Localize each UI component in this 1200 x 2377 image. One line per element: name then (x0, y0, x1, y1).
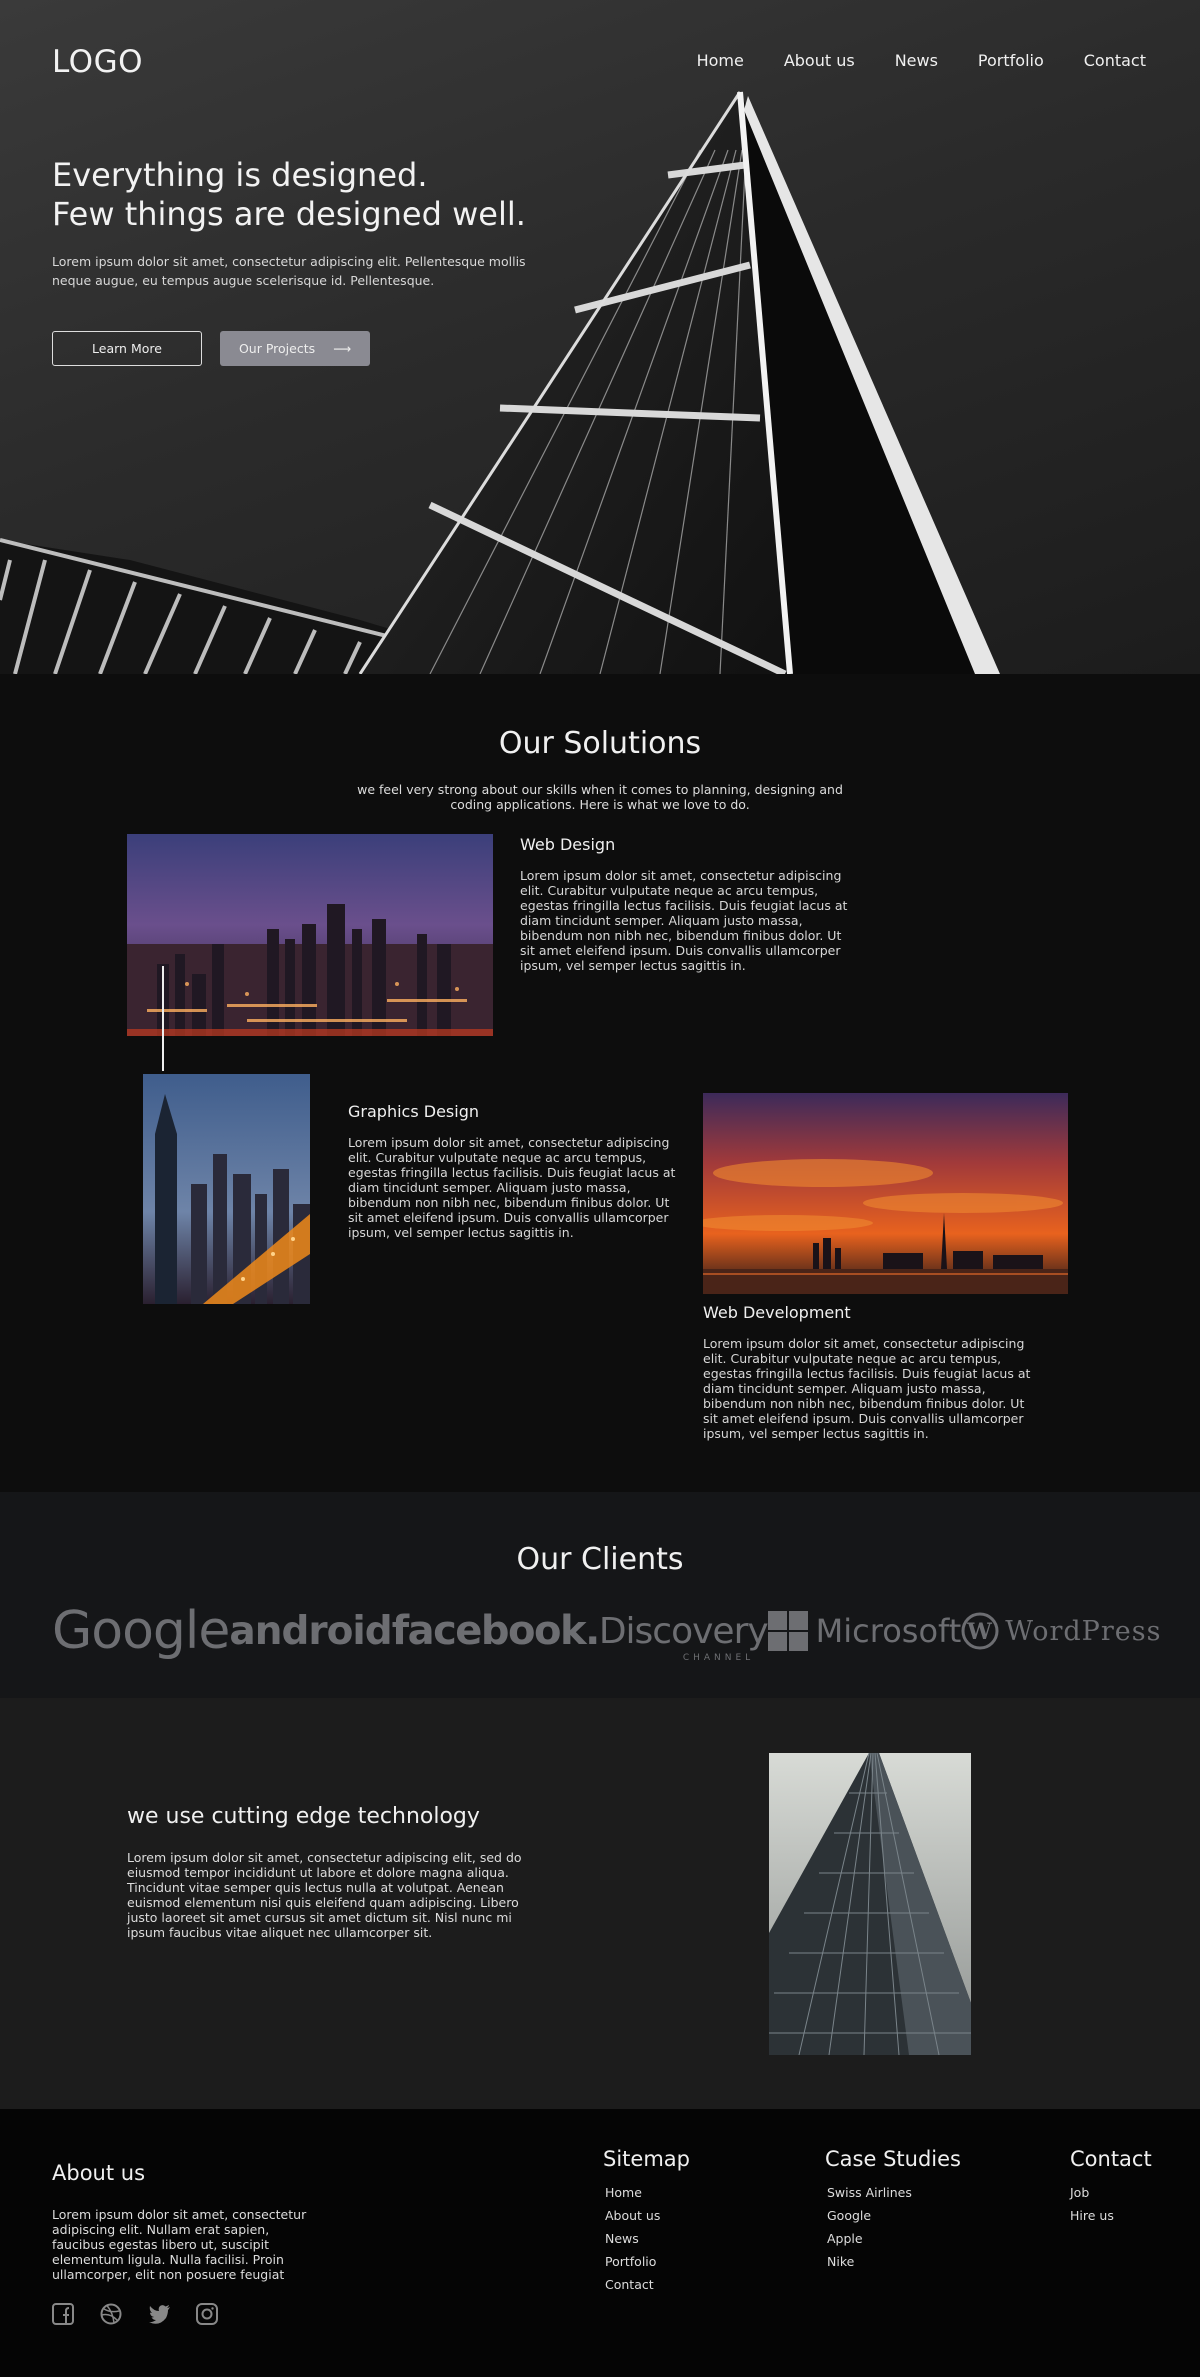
footer-sitemap: Sitemap Home About us News Portfolio Con… (603, 2147, 690, 2300)
microsoft-logo: Microsoft (767, 1611, 962, 1651)
discovery-logo-sub: CHANNEL (682, 1652, 755, 1663)
sitemap-link-news[interactable]: News (603, 2231, 690, 2246)
microsoft-windows-icon (767, 1611, 808, 1651)
nav-about[interactable]: About us (784, 51, 855, 70)
facebook-logo: facebook. (391, 1608, 601, 1654)
hero-title-line1: Everything is designed. (52, 156, 428, 194)
twitter-icon[interactable] (148, 2303, 172, 2327)
discovery-logo-text: Discovery (598, 1610, 769, 1652)
footer-case-studies: Case Studies Swiss Airlines Google Apple… (825, 2147, 961, 2277)
clients-title: Our Clients (516, 1542, 684, 1577)
connector-line (162, 966, 164, 1071)
technology-section: we use cutting edge technology Lorem ips… (0, 1698, 1200, 2109)
web-design-title: Web Design (520, 835, 616, 854)
sitemap-link-contact[interactable]: Contact (603, 2277, 690, 2292)
our-projects-button[interactable]: Our Projects ⟶ (220, 331, 370, 366)
hero-section: LOGO Home About us News Portfolio Contac… (0, 0, 1200, 674)
web-development-image (703, 1093, 1068, 1294)
case-link-nike[interactable]: Nike (825, 2254, 961, 2269)
nav-contact[interactable]: Contact (1084, 51, 1146, 70)
sitemap-link-about[interactable]: About us (603, 2208, 690, 2223)
graphics-design-image (143, 1074, 310, 1304)
sitemap-title: Sitemap (603, 2147, 690, 2171)
clients-section: Our Clients Google android facebook. Dis… (0, 1492, 1200, 1698)
main-nav: Home About us News Portfolio Contact (657, 51, 1146, 70)
contact-link-hire-us[interactable]: Hire us (1070, 2208, 1152, 2223)
wordpress-logo: W WordPress (961, 1612, 1161, 1650)
wordpress-logo-text: WordPress (1005, 1615, 1162, 1647)
client-logos: Google android facebook. Discovery CHANN… (52, 1596, 1160, 1666)
case-link-apple[interactable]: Apple (825, 2231, 961, 2246)
footer-about-text: Lorem ipsum dolor sit amet, consectetur … (52, 2207, 307, 2282)
solutions-intro: we feel very strong about our skills whe… (357, 782, 843, 812)
solutions-title: Our Solutions (498, 726, 702, 761)
hero-title: Everything is designed. Few things are d… (52, 156, 526, 234)
microsoft-logo-text: Microsoft (815, 1612, 962, 1650)
web-development-text: Lorem ipsum dolor sit amet, consectetur … (703, 1336, 1031, 1441)
nav-home[interactable]: Home (697, 51, 744, 70)
footer-contact: Contact Job Hire us (1070, 2147, 1152, 2231)
instagram-icon[interactable] (196, 2303, 220, 2327)
technology-text: Lorem ipsum dolor sit amet, consectetur … (127, 1850, 522, 1940)
case-link-google[interactable]: Google (825, 2208, 961, 2223)
web-development-title: Web Development (703, 1303, 851, 1322)
logo[interactable]: LOGO (52, 44, 143, 80)
web-design-image (127, 834, 493, 1036)
android-logo: android (229, 1608, 392, 1654)
web-design-text: Lorem ipsum dolor sit amet, consectetur … (520, 868, 848, 973)
technology-title: we use cutting edge technology (127, 1804, 480, 1829)
case-link-swiss-airlines[interactable]: Swiss Airlines (825, 2185, 961, 2200)
contact-link-job[interactable]: Job (1070, 2185, 1152, 2200)
solutions-section: Our Solutions we feel very strong about … (0, 674, 1200, 1492)
social-links (52, 2303, 220, 2327)
google-logo: Google (52, 1601, 230, 1661)
footer-about-title: About us (52, 2161, 146, 2185)
graphics-design-title: Graphics Design (348, 1102, 479, 1121)
footer: About us Lorem ipsum dolor sit amet, con… (0, 2109, 1200, 2377)
dribbble-icon[interactable] (100, 2303, 124, 2327)
nav-news[interactable]: News (895, 51, 938, 70)
learn-more-button[interactable]: Learn More (52, 331, 202, 366)
sitemap-link-home[interactable]: Home (603, 2185, 690, 2200)
svg-text:W: W (966, 1619, 993, 1645)
facebook-icon[interactable] (52, 2303, 76, 2327)
wordpress-w-icon: W (961, 1612, 999, 1650)
contact-title: Contact (1070, 2147, 1152, 2171)
hero-title-line2: Few things are designed well. (52, 195, 526, 233)
case-studies-title: Case Studies (825, 2147, 961, 2171)
discovery-logo: Discovery CHANNEL (598, 1610, 769, 1663)
sitemap-link-portfolio[interactable]: Portfolio (603, 2254, 690, 2269)
our-projects-label: Our Projects (238, 341, 316, 356)
arrow-right-icon: ⟶ (333, 341, 352, 356)
hero-text: Lorem ipsum dolor sit amet, consectetur … (52, 254, 526, 288)
technology-tower-image (769, 1753, 971, 2055)
graphics-design-text: Lorem ipsum dolor sit amet, consectetur … (348, 1135, 676, 1240)
nav-portfolio[interactable]: Portfolio (978, 51, 1044, 70)
